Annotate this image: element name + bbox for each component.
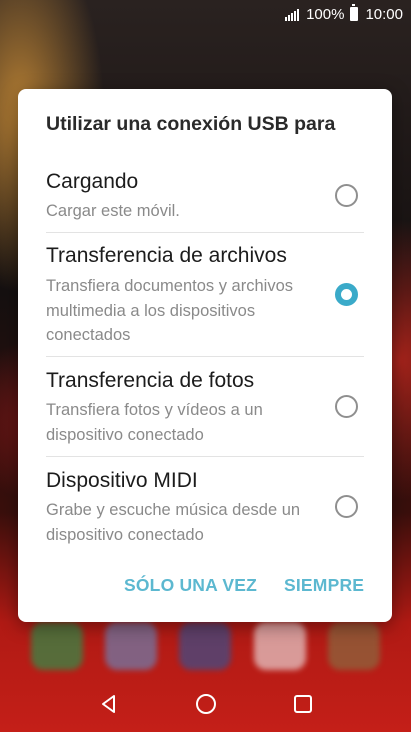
always-button[interactable]: SIEMPRE [284, 575, 364, 596]
divider [46, 232, 364, 233]
just-once-button[interactable]: SÓLO UNA VEZ [124, 575, 257, 596]
option-title: Transferencia de archivos [46, 244, 287, 267]
option-title: Cargando [46, 170, 139, 193]
home-dock [0, 622, 411, 678]
home-icon [195, 694, 216, 714]
recents-button[interactable] [283, 684, 323, 724]
divider [46, 456, 364, 457]
option-title: Transferencia de fotos [46, 369, 255, 392]
dialog-title: Utilizar una conexión USB para [46, 113, 336, 135]
battery-percent: 100% [306, 5, 345, 23]
signal-icon [285, 8, 300, 21]
recents-icon [293, 695, 312, 713]
usb-connection-dialog: Utilizar una conexión USB para Cargando … [18, 89, 392, 622]
radio-button[interactable] [335, 395, 358, 418]
radio-button-selected[interactable] [335, 283, 358, 306]
option-midi-device[interactable]: Dispositivo MIDI Grabe y escuche música … [18, 458, 392, 554]
navigation-bar [0, 676, 411, 732]
status-bar: 100% 10:00 [0, 0, 411, 28]
option-description: Cargar este móvil. [46, 202, 180, 220]
dock-app-icon [327, 622, 380, 670]
option-description: Transfiera documentos y archivos multime… [46, 277, 293, 344]
radio-button[interactable] [335, 184, 358, 207]
clock: 10:00 [365, 5, 403, 23]
option-description: Transfiera fotos y vídeos a un dispositi… [46, 401, 263, 444]
dock-app-icon [253, 622, 306, 670]
battery-icon [350, 4, 359, 21]
dock-app-icon [31, 622, 84, 670]
dock-app-icon [105, 622, 158, 670]
back-icon [101, 695, 115, 713]
radio-button[interactable] [335, 495, 358, 518]
option-title: Dispositivo MIDI [46, 469, 198, 492]
back-button[interactable] [89, 684, 129, 724]
home-button[interactable] [186, 684, 226, 724]
option-description: Grabe y escuche música desde un disposit… [46, 501, 301, 544]
option-photo-transfer[interactable]: Transferencia de fotos Transfiera fotos … [18, 358, 392, 454]
dock-app-icon [179, 622, 232, 670]
option-file-transfer[interactable]: Transferencia de archivos Transfiera doc… [18, 234, 392, 354]
divider [46, 356, 364, 357]
option-charging[interactable]: Cargando Cargar este móvil. [18, 169, 392, 231]
